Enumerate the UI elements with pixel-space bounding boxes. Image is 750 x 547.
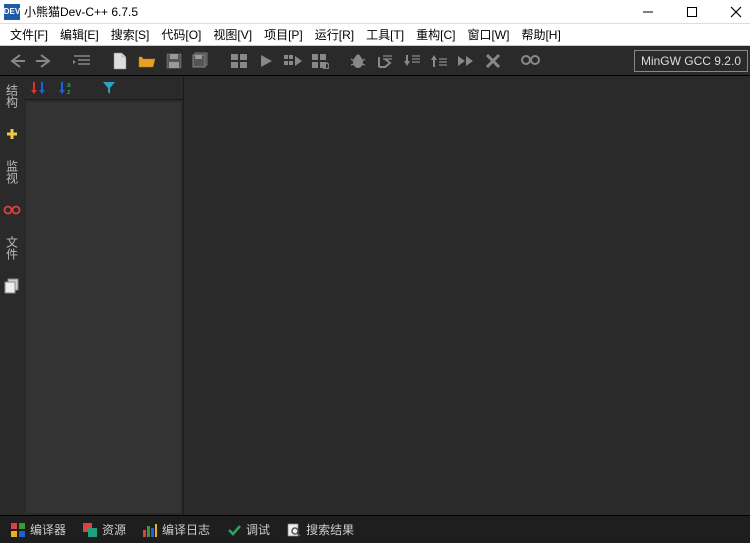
menu-refactor[interactable]: 重构[C] [410,24,461,45]
compiler-select[interactable]: MinGW GCC 9.2.0 [634,50,748,72]
bars-icon [142,522,158,538]
check-icon [226,522,242,538]
bottom-tab-debug[interactable]: 调试 [220,518,276,541]
step-over-button[interactable] [372,48,398,74]
compiler-label: MinGW GCC 9.2.0 [641,54,741,68]
menu-view[interactable]: 视图[V] [207,24,258,45]
menu-edit[interactable]: 编辑[E] [54,24,105,45]
structure-panel-header: az [24,76,183,100]
svg-text:z: z [67,89,71,96]
window-title: 小熊猫Dev-C++ 6.7.5 [24,3,638,20]
copy-files-icon[interactable] [2,276,22,296]
titlebar: DEV 小熊猫Dev-C++ 6.7.5 [0,0,750,24]
overlap-icon [82,522,98,538]
stop-debug-button[interactable] [480,48,506,74]
watch-glasses-icon[interactable] [2,200,22,220]
svg-text:a: a [67,82,71,89]
sort-inherit-button[interactable] [28,78,50,98]
menubar: 文件[F] 编辑[E] 搜索[S] 代码[O] 视图[V] 项目[P] 运行[R… [0,24,750,46]
save-button[interactable] [161,48,187,74]
left-tab-watch[interactable]: 监视 [2,156,23,188]
indent-button[interactable] [69,48,95,74]
sort-alpha-button[interactable]: az [56,78,78,98]
menu-code[interactable]: 代码[O] [155,24,207,45]
rebuild-button[interactable] [307,48,333,74]
new-file-button[interactable] [107,48,133,74]
menu-run[interactable]: 运行[R] [309,24,360,45]
left-tab-strip: 结构 监视 文件 [0,76,24,515]
bottom-tab-compile-log[interactable]: 编译日志 [136,518,216,541]
grid-icon [10,522,26,538]
step-into-button[interactable] [399,48,425,74]
minimize-button[interactable] [638,2,658,22]
structure-panel: az [24,76,184,515]
app-icon: DEV [4,4,20,20]
open-file-button[interactable] [134,48,160,74]
find-button[interactable] [518,48,544,74]
bottom-tab-resources-label: 资源 [102,521,126,538]
search-icon [286,522,302,538]
compile-button[interactable] [226,48,252,74]
bottom-tab-search-results-label: 搜索结果 [306,521,354,538]
close-button[interactable] [726,2,746,22]
compile-run-button[interactable] [280,48,306,74]
continue-button[interactable] [453,48,479,74]
editor-area[interactable] [184,76,750,515]
menu-search[interactable]: 搜索[S] [105,24,156,45]
menu-project[interactable]: 项目[P] [258,24,309,45]
debug-button[interactable] [345,48,371,74]
bottom-tab-compiler-label: 编译器 [30,521,66,538]
menu-help[interactable]: 帮助[H] [515,24,566,45]
left-tab-structure[interactable]: 结构 [2,80,23,112]
structure-tree[interactable] [26,102,181,513]
filter-button[interactable] [98,78,120,98]
left-tab-files[interactable]: 文件 [2,232,23,264]
menu-file[interactable]: 文件[F] [4,24,54,45]
bottom-tab-search-results[interactable]: 搜索结果 [280,518,360,541]
bottom-tab-compile-log-label: 编译日志 [162,521,210,538]
bottom-tab-compiler[interactable]: 编译器 [4,518,72,541]
menu-window[interactable]: 窗口[W] [461,24,515,45]
bottom-tab-debug-label: 调试 [246,521,270,538]
back-button[interactable] [4,48,30,74]
step-out-button[interactable] [426,48,452,74]
run-button[interactable] [253,48,279,74]
forward-button[interactable] [31,48,57,74]
bottom-tab-resources[interactable]: 资源 [76,518,132,541]
maximize-button[interactable] [682,2,702,22]
main-toolbar: MinGW GCC 9.2.0 [0,46,750,76]
save-all-button[interactable] [188,48,214,74]
menu-tools[interactable]: 工具[T] [360,24,410,45]
bottom-tab-strip: 编译器 资源 编译日志 调试 搜索结果 [0,515,750,543]
add-class-icon[interactable] [2,124,22,144]
statusbar [0,543,750,547]
